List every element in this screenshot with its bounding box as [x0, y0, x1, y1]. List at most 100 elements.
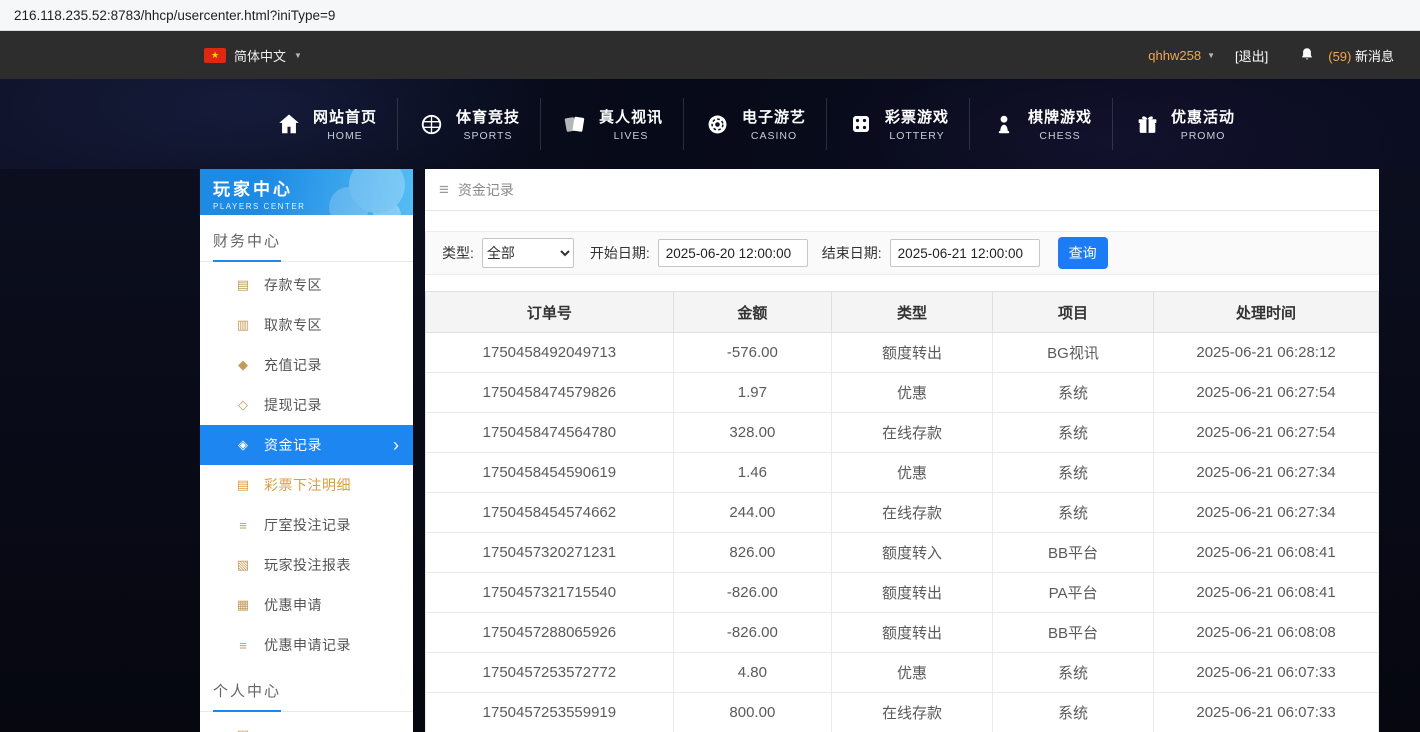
table-cell: 系统 — [993, 693, 1154, 732]
sidebar-section-label: 财务中心 — [213, 230, 281, 262]
nav-item-casino[interactable]: 电子游艺 CASINO — [684, 98, 827, 150]
nav-item-lottery[interactable]: 彩票游戏LOTTERY — [827, 98, 970, 150]
end-date-input[interactable] — [890, 239, 1040, 267]
sidebar-item[interactable]: ▥取款专区 — [200, 305, 413, 345]
sidebar-item[interactable]: ▧ 玩家投注报表 — [200, 545, 413, 585]
sidebar-item-label: 玩家投注报表 — [264, 555, 351, 575]
table-cell: 244.00 — [673, 493, 831, 533]
player-bet-report-icon: ▧ — [234, 557, 252, 573]
main-content: ≡ 资金记录 类型: 全部 开始日期: 结束日期: 查询 订单号金额类型项目处理… — [425, 169, 1379, 732]
sidebar-item[interactable]: ▤ 存款专区 — [200, 265, 413, 305]
table-cell: -826.00 — [673, 573, 831, 613]
language-selector[interactable]: ★ 简体中文 ▼ — [204, 46, 302, 65]
table-cell: 1750458474579826 — [426, 373, 674, 413]
table-cell: 系统 — [993, 493, 1154, 533]
sidebar-item-label: 优惠申请记录 — [264, 635, 351, 655]
sidebar-header: 玩家中心 PLAYERS CENTER — [200, 169, 413, 215]
messages-link[interactable]: (59) 新消息 — [1328, 46, 1394, 65]
column-header: 处理时间 — [1154, 292, 1379, 333]
sidebar-item[interactable]: ▤ — [200, 715, 413, 732]
sidebar-item-label: 存款专区 — [264, 275, 322, 295]
filter-bar: 类型: 全部 开始日期: 结束日期: 查询 — [425, 231, 1379, 275]
promo-icon — [1133, 110, 1161, 138]
type-label: 类型: — [442, 243, 474, 263]
table-cell: 2025-06-21 06:27:34 — [1154, 453, 1379, 493]
sidebar-section-label: 个人中心 — [213, 680, 281, 712]
deposit-icon: ▤ — [234, 277, 252, 293]
table-cell: 1750457253559919 — [426, 693, 674, 732]
table-cell: 额度转出 — [831, 613, 992, 653]
table-cell: 1750457253572772 — [426, 653, 674, 693]
nav-label-cn: 彩票游戏 — [885, 106, 949, 127]
sidebar-title: 玩家中心 — [213, 175, 413, 200]
table-cell: 2025-06-21 06:28:12 — [1154, 333, 1379, 373]
table-cell: 2025-06-21 06:08:41 — [1154, 573, 1379, 613]
casino-icon — [704, 110, 732, 138]
start-date-label: 开始日期: — [590, 243, 650, 263]
sidebar-section: 个人中心 — [200, 665, 413, 712]
sidebar-item-label: 优惠申请 — [264, 595, 322, 615]
table-cell: 1750457321715540 — [426, 573, 674, 613]
table-row: 1750457288065926-826.00额度转出BB平台2025-06-2… — [426, 613, 1379, 653]
end-date-label: 结束日期: — [822, 243, 882, 263]
main-nav: 网站首页HOME体育竞技SPORTS真人视讯LIVES 电子游艺 CASINO 彩票游… — [0, 79, 1420, 169]
menu-icon: ≡ — [439, 180, 449, 200]
query-button[interactable]: 查询 — [1058, 237, 1108, 269]
nav-item-sports[interactable]: 体育竞技SPORTS — [398, 98, 541, 150]
china-flag-icon: ★ — [204, 48, 226, 63]
table-cell: 1750457320271231 — [426, 533, 674, 573]
type-select[interactable]: 全部 — [482, 238, 574, 268]
bell-icon[interactable] — [1298, 46, 1316, 64]
table-cell: 800.00 — [673, 693, 831, 732]
nav-item-lives[interactable]: 真人视讯LIVES — [541, 98, 684, 150]
sidebar-item[interactable]: ◆充值记录 — [200, 345, 413, 385]
table-cell: 在线存款 — [831, 413, 992, 453]
logout-button[interactable]: [退出] — [1235, 46, 1268, 65]
table-cell: 系统 — [993, 413, 1154, 453]
live-video-icon — [561, 110, 589, 138]
table-row: 1750458492049713-576.00额度转出BG视讯2025-06-2… — [426, 333, 1379, 373]
funds-record-icon: ◈ — [234, 437, 252, 453]
nav-label-en: CASINO — [751, 130, 797, 142]
nav-label-cn: 电子游艺 — [742, 106, 806, 127]
sidebar-item[interactable]: ≡优惠申请记录 — [200, 625, 413, 665]
column-header: 订单号 — [426, 292, 674, 333]
lottery-icon — [847, 110, 875, 138]
username[interactable]: qhhw258 — [1148, 48, 1201, 63]
table-header-row: 订单号金额类型项目处理时间 — [426, 292, 1379, 333]
sidebar-item[interactable]: ≡ 厅室投注记录 — [200, 505, 413, 545]
sidebar-item[interactable]: ◈资金记录› — [200, 425, 413, 465]
nav-item-chess[interactable]: 棋牌游戏 CHESS — [970, 98, 1113, 150]
nav-item-promo[interactable]: 优惠活动PROMO — [1113, 98, 1255, 150]
chevron-right-icon: › — [393, 436, 399, 454]
nav-item-home[interactable]: 网站首页HOME — [255, 98, 398, 150]
table-row: 17504584545906191.46优惠系统2025-06-21 06:27… — [426, 453, 1379, 493]
withdraw-icon: ▥ — [234, 317, 252, 333]
breadcrumb-title: 资金记录 — [458, 180, 514, 200]
recharge-record-icon: ◆ — [234, 357, 252, 373]
sidebar-item[interactable]: ▤彩票下注明细 — [200, 465, 413, 505]
caret-down-icon[interactable]: ▼ — [1207, 51, 1215, 60]
sidebar-item[interactable]: ◇ 提现记录 — [200, 385, 413, 425]
withdraw-record-icon: ◇ — [234, 397, 252, 413]
home-icon — [275, 110, 303, 138]
nav-label-cn: 真人视讯 — [599, 106, 663, 127]
start-date-input[interactable] — [658, 239, 808, 267]
table-cell: 额度转出 — [831, 333, 992, 373]
sidebar-item-label: 厅室投注记录 — [264, 515, 351, 535]
sidebar-item[interactable]: ▦优惠申请 — [200, 585, 413, 625]
column-header: 类型 — [831, 292, 992, 333]
sidebar-item-label: 提现记录 — [264, 395, 322, 415]
table-cell: BB平台 — [993, 533, 1154, 573]
table-cell: 额度转出 — [831, 573, 992, 613]
browser-url-bar[interactable]: 216.118.235.52:8783/hhcp/usercenter.html… — [0, 0, 1420, 31]
nav-label-en: CHESS — [1039, 130, 1080, 142]
nav-label-cn: 网站首页 — [313, 106, 377, 127]
nav-label-cn: 棋牌游戏 — [1028, 106, 1092, 127]
table-cell: 在线存款 — [831, 493, 992, 533]
table-cell: 1750458492049713 — [426, 333, 674, 373]
table-cell: BG视讯 — [993, 333, 1154, 373]
page-body: 玩家中心 PLAYERS CENTER 财务中心▤存款专区▥取款专区◆充值记录◇… — [200, 169, 1379, 732]
table-cell: 1750457288065926 — [426, 613, 674, 653]
hall-bet-record-icon: ≡ — [234, 518, 252, 533]
